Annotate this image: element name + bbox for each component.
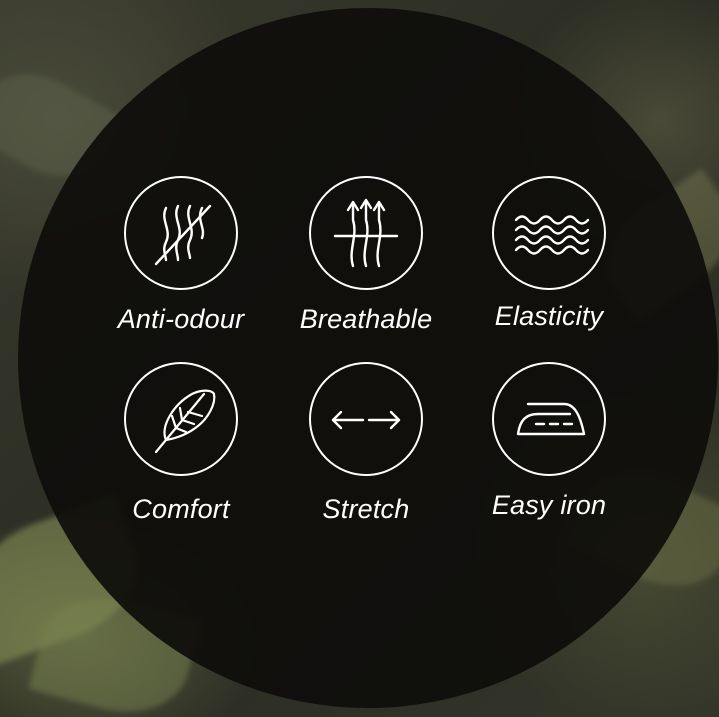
feature-label: Breathable <box>299 304 433 334</box>
stretch-arrows-icon <box>309 362 423 476</box>
feature-label: Easy iron <box>491 490 607 520</box>
feature-overlay-circle <box>18 8 718 708</box>
anti-odour-icon <box>124 176 238 290</box>
feather-icon <box>124 362 238 476</box>
elasticity-icon <box>492 176 606 290</box>
feature-label: Elasticity <box>494 301 604 331</box>
iron-icon <box>492 362 606 476</box>
feature-label: Anti-odour <box>117 304 245 334</box>
breathable-icon <box>309 176 423 290</box>
feature-label: Comfort <box>132 494 230 524</box>
feature-label: Stretch <box>322 494 410 524</box>
